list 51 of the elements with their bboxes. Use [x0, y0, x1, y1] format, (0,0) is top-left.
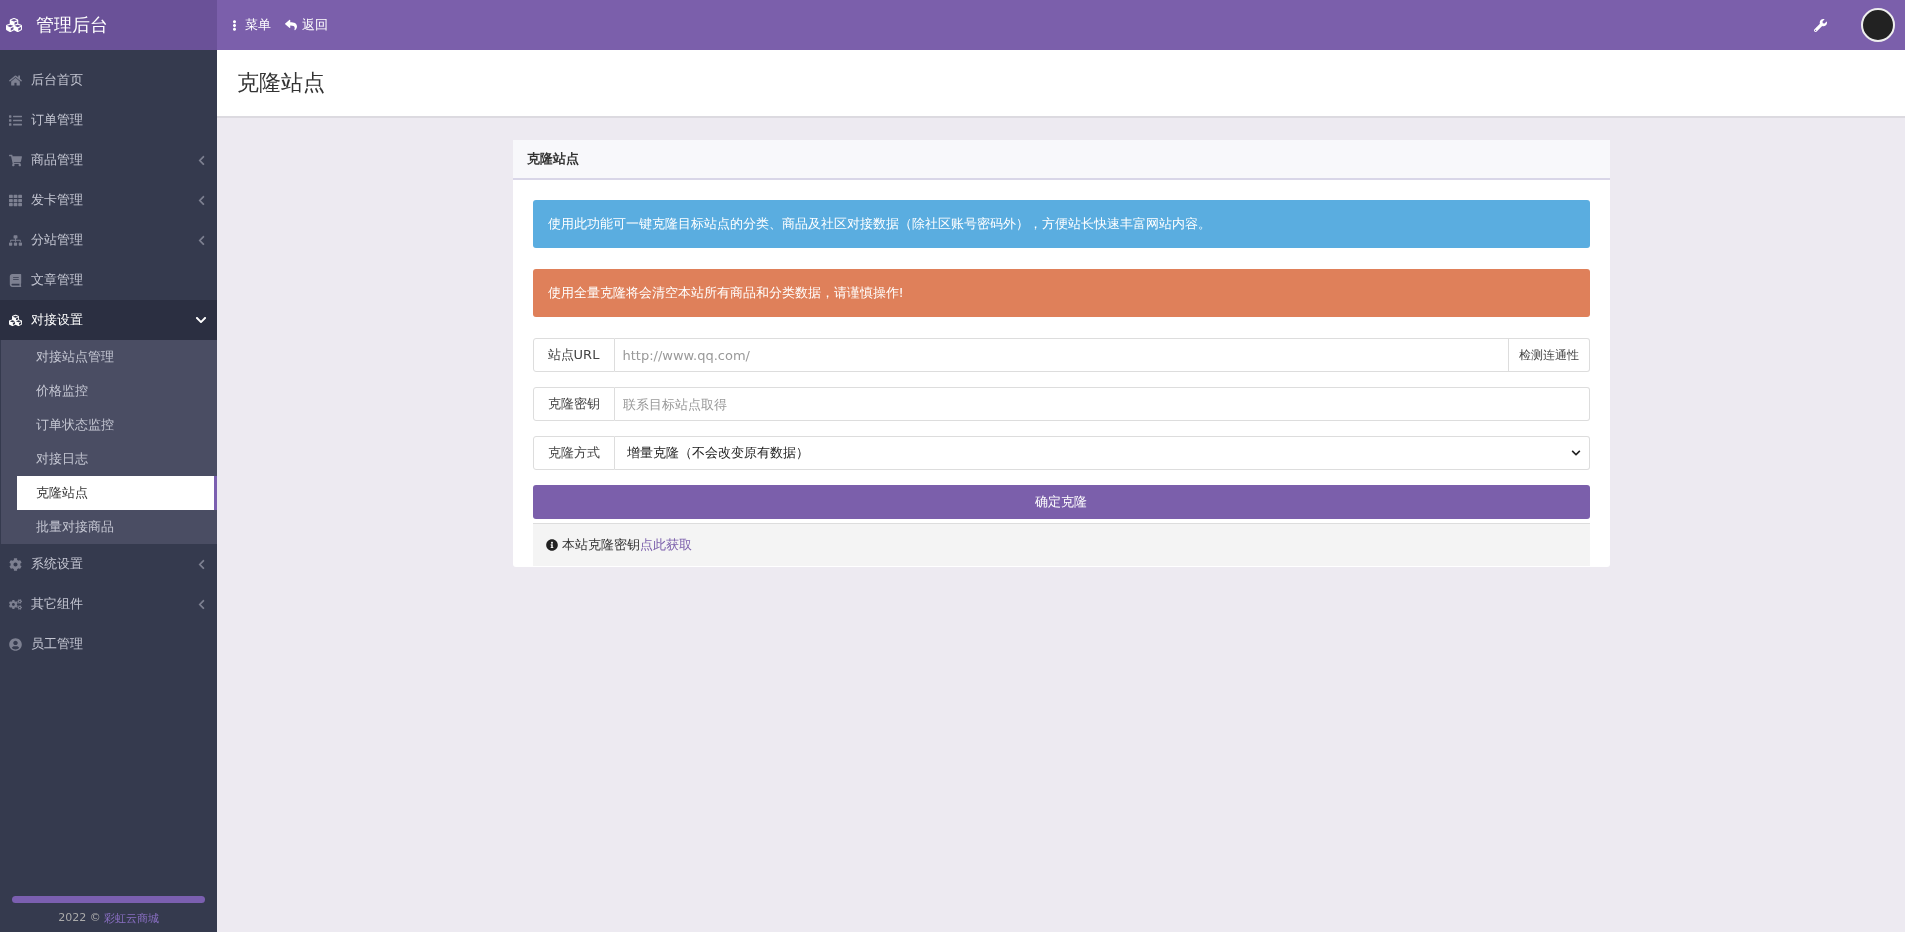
- get-key-link[interactable]: 点此获取: [639, 536, 692, 554]
- cube-icon: [6, 17, 22, 33]
- menu-button[interactable]: 菜单: [229, 16, 271, 34]
- grid-icon: [9, 193, 22, 207]
- submenu-item[interactable]: 批量对接商品: [17, 510, 214, 544]
- sidebar-item[interactable]: 发卡管理: [0, 180, 217, 220]
- info-icon: [545, 539, 558, 551]
- cart-icon: [9, 153, 22, 167]
- user-icon: [9, 637, 22, 651]
- sidebar-item[interactable]: 其它组件: [0, 584, 217, 624]
- card-title: 克隆站点: [526, 150, 579, 168]
- page-title: 克隆站点: [237, 69, 325, 97]
- footer-text: 本站克隆密钥: [561, 536, 640, 554]
- submenu-item[interactable]: 对接站点管理: [17, 340, 214, 374]
- back-button[interactable]: 返回: [285, 16, 328, 34]
- settings-icon: [9, 557, 22, 571]
- reply-arrow-icon: [285, 19, 297, 31]
- sidebar-item[interactable]: 分站管理: [0, 220, 217, 260]
- info-alert: 使用此功能可一键克隆目标站点的分类、商品及社区对接数据（除社区账号密码外），方便站长快速丰富网站内容。: [532, 200, 1590, 248]
- avatar[interactable]: [1861, 8, 1895, 42]
- copyright-text: 2022 ©: [58, 911, 101, 926]
- field-label: 克隆方式: [532, 436, 615, 470]
- field-label: 克隆密钥: [532, 387, 615, 421]
- book-icon: [9, 273, 22, 287]
- input-field[interactable]: http://www.qq.com/: [614, 338, 1509, 372]
- submenu-item[interactable]: 克隆站点: [17, 476, 217, 510]
- home-icon: [9, 73, 22, 87]
- select-field[interactable]: 增量克隆（不会改变原有数据）: [614, 436, 1590, 470]
- warning-alert: 使用全量克隆将会清空本站所有商品和分类数据，请谨慎操作!: [532, 269, 1590, 317]
- submit-button[interactable]: 确定克隆: [532, 485, 1590, 519]
- scrollbar[interactable]: [12, 896, 205, 903]
- check-button[interactable]: 检测连通性: [1508, 338, 1590, 372]
- sidebar-item[interactable]: 系统设置: [0, 544, 217, 584]
- submenu-item[interactable]: 订单状态监控: [17, 408, 214, 442]
- cubes-icon: [9, 313, 22, 327]
- sidebar-item[interactable]: 对接设置: [0, 300, 217, 340]
- chevron-down-icon: [1570, 448, 1581, 458]
- gears-icon: [9, 597, 22, 611]
- sidebar-item[interactable]: 商品管理: [0, 140, 217, 180]
- field-label: 站点URL: [532, 338, 615, 372]
- sidebar-item[interactable]: 后台首页: [0, 60, 217, 100]
- submenu-item[interactable]: 对接日志: [17, 442, 214, 476]
- wrench-icon[interactable]: [1814, 18, 1827, 32]
- sitemap-icon: [9, 233, 22, 247]
- sidebar-item[interactable]: 订单管理: [0, 100, 217, 140]
- submenu-item[interactable]: 价格监控: [17, 374, 214, 408]
- sidebar-item[interactable]: 员工管理: [0, 624, 217, 664]
- sidebar-item[interactable]: 文章管理: [0, 260, 217, 300]
- brand-title: 管理后台: [36, 13, 108, 37]
- input-field[interactable]: 联系目标站点取得: [614, 387, 1590, 421]
- list-icon: [9, 113, 22, 127]
